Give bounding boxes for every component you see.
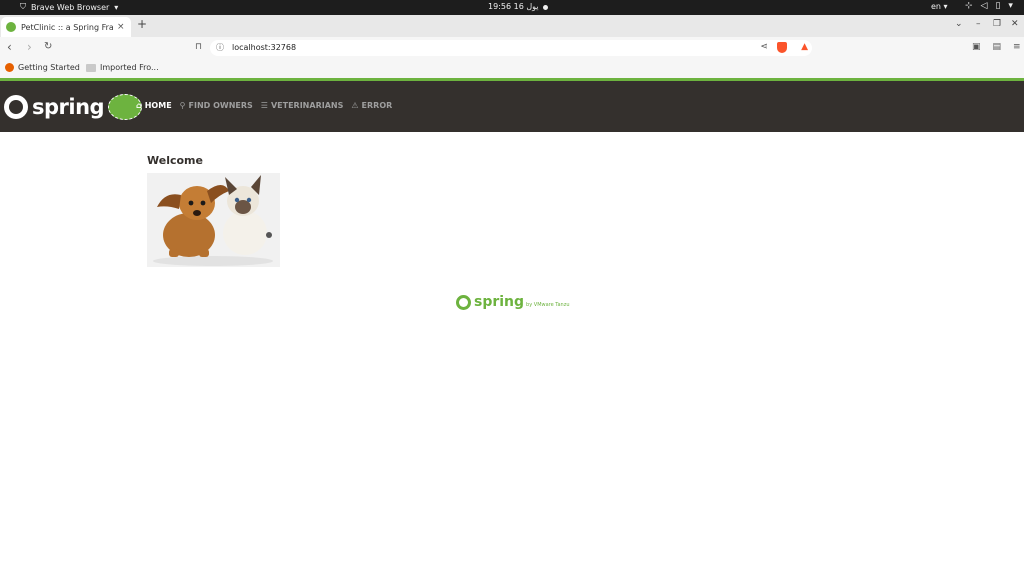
page-title: Welcome	[147, 154, 203, 167]
list-icon: ☰	[260, 101, 268, 110]
address-bar[interactable]: ⓘ localhost:32768 ⋖ ▲	[210, 40, 812, 56]
nav-error[interactable]: ⚠ ERROR	[351, 101, 392, 110]
menu-icon[interactable]: ≡	[1013, 42, 1021, 52]
tab-title: PetClinic :: a Spring Framework	[21, 22, 113, 32]
spring-leaf-icon	[456, 294, 471, 310]
footer-brand-word: spring	[474, 294, 525, 310]
battery-icon: ▯	[995, 1, 1001, 11]
firefox-icon	[5, 63, 14, 72]
os-top-bar: ⛉ Brave Web Browser ▾ 19:56 16 يول en ▾ …	[0, 0, 1024, 15]
wallet-icon[interactable]: ▤	[993, 42, 1002, 52]
new-tab-button[interactable]: +	[137, 17, 147, 31]
close-tab-icon[interactable]: ×	[117, 22, 125, 32]
clock[interactable]: 19:56 16 يول	[488, 2, 539, 11]
bookmark-imported[interactable]: Imported Fro...	[86, 63, 159, 72]
nav-find-owners[interactable]: ⚲ FIND OWNERS	[180, 101, 253, 110]
spring-favicon-icon	[6, 22, 16, 32]
warning-icon: ⚠	[351, 101, 359, 110]
reload-button[interactable]: ↻	[44, 41, 52, 52]
close-window-button[interactable]: ✕	[1011, 19, 1019, 29]
brand-word: spring	[32, 95, 105, 119]
url-text: localhost:32768	[232, 43, 297, 52]
site-info-icon[interactable]: ⓘ	[216, 42, 224, 53]
nav-home[interactable]: ⌂ HOME	[136, 101, 172, 110]
footer-by-text: by VMware Tanzu	[526, 301, 570, 308]
forward-button[interactable]: ›	[27, 40, 32, 54]
spring-leaf-icon	[4, 95, 28, 119]
app-name: Brave Web Browser	[31, 2, 110, 12]
tab-strip: PetClinic :: a Spring Framework ×	[0, 15, 1024, 37]
chevron-down-icon: ▾	[1008, 1, 1013, 11]
chevron-down-icon: ▾	[114, 2, 119, 12]
maximize-button[interactable]: ❐	[993, 19, 1001, 29]
spring-logo[interactable]: spring	[4, 94, 143, 120]
site-navbar: spring ⌂ HOME ⚲ FIND OWNERS ☰ VETERINARI…	[0, 81, 1024, 132]
pets-image	[147, 173, 280, 267]
nav-veterinarians[interactable]: ☰ VETERINARIANS	[261, 101, 344, 110]
brave-rewards-icon[interactable]: ▲	[801, 42, 808, 52]
home-icon: ⌂	[136, 101, 142, 110]
language-indicator[interactable]: en ▾	[931, 2, 948, 11]
brave-app-icon: ⛉	[20, 2, 26, 11]
tab-petclinic[interactable]: PetClinic :: a Spring Framework ×	[1, 17, 131, 37]
bookmark-getting-started[interactable]: Getting Started	[5, 63, 80, 72]
share-icon[interactable]: ⋖	[760, 42, 768, 52]
app-menu[interactable]: ⛉ Brave Web Browser ▾	[20, 2, 118, 12]
minimize-button[interactable]: –	[976, 19, 981, 29]
tab-list-chevron-icon[interactable]: ⌄	[955, 19, 963, 29]
folder-icon	[86, 63, 96, 72]
network-icon: ⊹	[965, 1, 973, 11]
main-menu: ⌂ HOME ⚲ FIND OWNERS ☰ VETERINARIANS ⚠ E…	[136, 101, 392, 110]
toolbar-right: ▣ ▤ ≡	[972, 42, 1021, 52]
notification-dot-icon	[543, 5, 548, 10]
search-icon: ⚲	[179, 101, 186, 110]
back-button[interactable]: ‹	[7, 40, 12, 54]
bookmarks-bar: Getting Started Imported Fro...	[0, 59, 1024, 78]
volume-icon: ◁	[980, 1, 988, 11]
brave-shields-icon[interactable]	[777, 42, 787, 53]
system-tray[interactable]: ⊹ ◁ ▯ ▾	[965, 1, 1013, 11]
footer-spring-logo[interactable]: spring by VMware Tanzu	[456, 294, 570, 310]
sidebar-icon[interactable]: ▣	[972, 42, 981, 52]
bookmark-icon[interactable]: ⊓	[195, 42, 202, 52]
